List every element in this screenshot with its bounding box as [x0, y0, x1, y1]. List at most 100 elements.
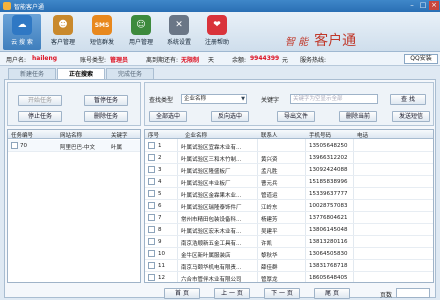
next-page-button[interactable]: 下 一 页 — [264, 288, 300, 299]
row-checkbox[interactable] — [148, 190, 155, 197]
row-checkbox[interactable] — [148, 142, 155, 149]
toolbar-sms[interactable]: SMS 短信群发 — [83, 14, 121, 50]
qq-install-button[interactable]: QQ安装 — [404, 54, 438, 64]
toolbar-label: 短信群发 — [89, 39, 114, 46]
cell-mobile: 18605648405 — [309, 275, 348, 281]
invert-selection-button[interactable]: 反向选中 — [211, 111, 249, 122]
page-input[interactable] — [396, 288, 430, 298]
table-row[interactable]: 9 南京浩顺新五金工具有... 许凯 13813280116 — [145, 236, 433, 248]
col-contact: 联系人 — [261, 133, 278, 139]
expire-label: 离到期还有: — [146, 57, 179, 64]
toolbar-label: 客户管理 — [50, 39, 75, 46]
col-site: 网站名称 — [60, 133, 83, 139]
first-page-button[interactable]: 首 页 — [164, 288, 200, 299]
table-row[interactable]: 7 常州市精田包装设备科... 杨建芳 13776804621 — [145, 212, 433, 224]
cell-no: 9 — [158, 239, 162, 245]
table-row[interactable]: 2 叶属试验区三和木竹制... 黄兴资 13966312202 — [145, 152, 433, 164]
toolbar-help[interactable]: ❤ 注册帮助 — [198, 14, 236, 50]
row-checkbox[interactable] — [148, 202, 155, 209]
cell-company: 南京马颐华机电有限责... — [181, 265, 242, 271]
table-row[interactable]: 6 叶属试验区瑞隆泰饰件厂 江岭东 10028757083 — [145, 200, 433, 212]
table-row[interactable]: 10 金牛区新叶属服装店 黎秋华 13064505830 — [145, 248, 433, 260]
toolbar-label: 用户管理 — [128, 39, 153, 46]
tab-searching[interactable]: 正在搜索 — [57, 68, 105, 79]
result-grid: 序号 企业名称 联系人 手机号码 电话 1 叶属试验区宜霖木业有... 135056… — [144, 129, 434, 283]
table-row[interactable]: 1 叶属试验区宜霖木业有... 13505648250 — [145, 140, 433, 152]
query-button[interactable]: 查 找 — [390, 94, 426, 105]
sms-icon: SMS — [92, 15, 112, 35]
table-row[interactable]: 12 六合市管伴木业有限公司 管厚龙 18605648405 — [145, 272, 433, 282]
cell-no: 5 — [158, 191, 162, 197]
table-row[interactable]: 5 叶属试验区金霖果木业... 管道运 15339637777 — [145, 188, 433, 200]
minimize-button[interactable]: – — [407, 1, 417, 10]
table-row[interactable]: 3 叶属试验区隆盛板厂 孟凡胜 13092424088 — [145, 164, 433, 176]
row-checkbox[interactable] — [148, 154, 155, 161]
brand-part2: 客户通 — [314, 33, 357, 49]
col-company: 企业名称 — [185, 133, 208, 139]
result-grid-header: 序号 企业名称 联系人 手机号码 电话 — [145, 130, 433, 139]
table-row[interactable]: 4 叶属试验区丰业板厂 曹元兵 15185838996 — [145, 176, 433, 188]
cell-contact: 黄兴资 — [261, 157, 278, 163]
task-row[interactable]: 70 阿里巴巴-中文 叶属 — [8, 140, 140, 152]
send-sms-button[interactable]: 发送短信 — [392, 111, 430, 122]
cell-mobile: 13505648250 — [309, 143, 348, 149]
task-grid: 任务编号 网站名称 关键字 70 阿里巴巴-中文 叶属 — [7, 129, 141, 283]
row-checkbox[interactable] — [148, 238, 155, 245]
row-checkbox[interactable] — [148, 226, 155, 233]
col-task-id: 任务编号 — [11, 133, 34, 139]
tab-completed[interactable]: 完成任务 — [106, 68, 154, 79]
table-row[interactable]: 8 叶属试验区宏禾木业有... 吴建平 13806145048 — [145, 224, 433, 236]
table-row[interactable]: 11 南京马颐华机电有限责... 薛佳群 13831768718 — [145, 260, 433, 272]
cell-contact: 许凯 — [261, 241, 273, 247]
tab-new-task[interactable]: 新建任务 — [8, 68, 56, 79]
delete-task-button[interactable]: 删除任务 — [84, 111, 128, 122]
toolbar-settings[interactable]: ✕ 系统设置 — [160, 14, 198, 50]
row-checkbox[interactable] — [148, 274, 155, 281]
row-checkbox[interactable] — [148, 214, 155, 221]
pause-task-button[interactable]: 暂停任务 — [84, 95, 128, 106]
cell-company: 叶属试验区三和木竹制... — [181, 157, 242, 163]
type-value: 管理员 — [110, 57, 129, 64]
toolbar-label: 系统设置 — [166, 39, 191, 46]
close-button[interactable]: × — [429, 1, 439, 10]
toolbar-cloud-search[interactable]: ☁ 云 搜 索 — [3, 14, 41, 50]
search-type-label: 查找类型 — [149, 97, 174, 104]
keyword-label: 关键字 — [261, 97, 280, 104]
delete-current-button[interactable]: 删除当前 — [339, 111, 377, 122]
last-page-button[interactable]: 尾 页 — [314, 288, 350, 299]
cell-no: 7 — [158, 215, 162, 221]
cell-contact: 江岭东 — [261, 205, 278, 211]
cell-contact: 孟凡胜 — [261, 169, 278, 175]
stop-task-button[interactable]: 停止任务 — [18, 111, 62, 122]
app-logo-icon — [3, 2, 11, 10]
maximize-button[interactable]: □ — [418, 1, 428, 10]
start-task-button[interactable]: 开始任务 — [18, 95, 62, 106]
keyword-input[interactable]: 关键字为空显示全部 — [290, 94, 378, 104]
cell-company: 金牛区新叶属服装店 — [181, 253, 231, 259]
row-checkbox[interactable] — [11, 142, 18, 149]
cell-no: 12 — [158, 275, 165, 281]
select-all-button[interactable]: 全部选中 — [149, 111, 187, 122]
toolbar-label: 云 搜 索 — [11, 39, 33, 46]
cell-mobile: 13064505830 — [309, 251, 348, 257]
row-checkbox[interactable] — [148, 178, 155, 185]
row-checkbox[interactable] — [148, 250, 155, 257]
export-file-button[interactable]: 导出文件 — [277, 111, 315, 122]
cell-mobile: 10028757083 — [309, 203, 348, 209]
cell-no: 3 — [158, 167, 162, 173]
toolbar-customer-manage[interactable]: ☻ 客户管理 — [44, 14, 82, 50]
cell-mobile: 13831768718 — [309, 263, 348, 269]
row-checkbox[interactable] — [148, 166, 155, 173]
prev-page-button[interactable]: 上 一 页 — [214, 288, 250, 299]
main-panel: 开始任务 暂停任务 停止任务 删除任务 查找类型 企业名称 ▼ 关键字 关键字为… — [4, 79, 436, 299]
search-type-select[interactable]: 企业名称 ▼ — [181, 94, 247, 104]
cell-mobile: 13806145048 — [309, 227, 348, 233]
brand-part1: 智 能 — [285, 37, 309, 48]
row-checkbox[interactable] — [148, 262, 155, 269]
toolbar-user-manage[interactable]: ☺ 用户管理 — [122, 14, 160, 50]
search-type-value: 企业名称 — [184, 96, 207, 102]
balance-unit: 元 — [282, 57, 289, 64]
cell-contact: 吴建平 — [261, 229, 278, 235]
col-no: 序号 — [148, 133, 160, 139]
task-tabs: 新建任务 正在搜索 完成任务 — [0, 67, 440, 79]
